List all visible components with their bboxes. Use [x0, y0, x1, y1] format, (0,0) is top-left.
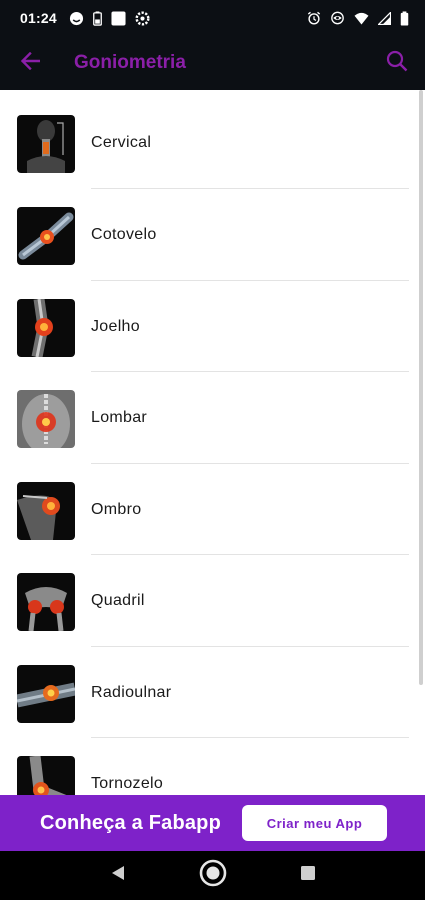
joint-list: Cervical Cotovelo Joelho Lombar Ombro Qu	[0, 90, 425, 795]
app-bar: Goniometria	[0, 36, 425, 90]
shoulder-image	[17, 481, 75, 540]
list-item-label: Quadril	[91, 592, 145, 609]
nav-recents-button[interactable]	[288, 856, 328, 896]
list-item-joelho[interactable]: Joelho	[0, 281, 425, 372]
status-left: 01:24	[20, 10, 150, 26]
lumbar-image	[17, 390, 75, 448]
list-item-label: Joelho	[91, 317, 140, 335]
knee-image	[17, 298, 75, 357]
list-item-label: Lombar	[91, 409, 148, 426]
settings-icon	[135, 10, 150, 26]
battery-icon	[400, 10, 409, 26]
search-button[interactable]	[369, 36, 425, 90]
page-title: Goniometria	[74, 52, 186, 73]
recents-square-icon	[300, 865, 316, 886]
hip-image	[17, 573, 75, 631]
scrollbar[interactable]	[419, 90, 423, 685]
elbow-image	[17, 207, 75, 265]
alarm-icon	[307, 11, 321, 25]
list-item-radioulnar[interactable]: Radioulnar	[0, 647, 425, 738]
list-item-tornozelo[interactable]: Tornozelo	[0, 738, 425, 795]
list-item-cotovelo[interactable]: Cotovelo	[0, 189, 425, 281]
battery-saver-icon	[92, 10, 102, 26]
face-icon	[69, 11, 84, 26]
list-item-cervical[interactable]: Cervical	[0, 90, 425, 189]
promo-text: Conheça a Fabapp	[40, 811, 222, 834]
list-item-label: Cervical	[91, 134, 152, 151]
status-right	[307, 10, 409, 26]
create-app-button[interactable]: Criar meu App	[242, 805, 387, 841]
list-item-label: Radioulnar	[91, 683, 172, 701]
list-item-lombar[interactable]: Lombar	[0, 372, 425, 464]
back-triangle-icon	[111, 865, 125, 886]
nav-home-button[interactable]	[193, 856, 233, 896]
square-app-icon	[111, 10, 126, 26]
status-time: 01:24	[20, 10, 57, 26]
system-nav-bar	[0, 851, 425, 900]
forearm-image	[17, 664, 75, 723]
list-item-ombro[interactable]: Ombro	[0, 464, 425, 555]
list-item-label: Ombro	[91, 500, 142, 518]
eye-icon	[330, 11, 345, 25]
home-circle-icon	[199, 859, 227, 892]
list-item-label: Cotovelo	[91, 226, 157, 243]
cervical-image	[17, 115, 75, 173]
nav-back-button[interactable]	[98, 856, 138, 896]
signal-icon	[378, 11, 391, 25]
promo-bar: Conheça a Fabapp Criar meu App	[0, 795, 425, 851]
back-button[interactable]	[0, 36, 60, 90]
search-icon	[386, 50, 408, 77]
status-bar: 01:24	[0, 0, 425, 36]
list-item-quadril[interactable]: Quadril	[0, 555, 425, 647]
wifi-icon	[354, 12, 369, 25]
ankle-image	[17, 756, 75, 795]
arrow-left-icon	[20, 51, 41, 75]
list-item-label: Tornozelo	[91, 775, 164, 792]
